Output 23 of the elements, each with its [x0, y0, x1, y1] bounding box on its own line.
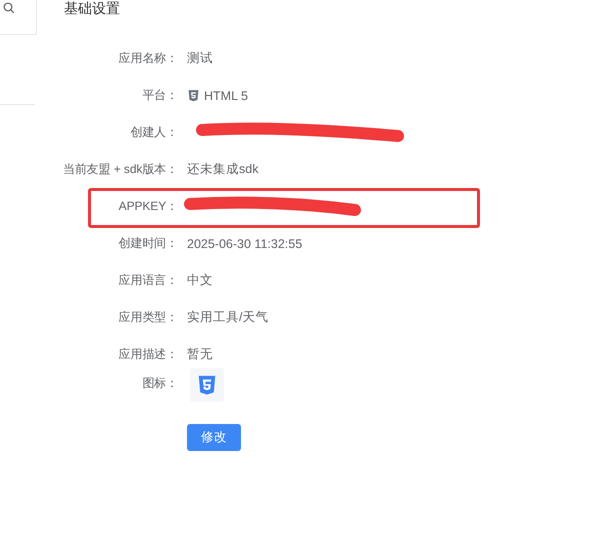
field-value: 还未集成sdk	[187, 161, 258, 178]
field-value: 2025-06-30 11:32:55	[187, 236, 302, 250]
field-value: 实用工具/天气	[187, 309, 268, 326]
field-value: 暂无	[187, 346, 213, 363]
field-label: 平台：	[141, 87, 178, 104]
field-label: 应用名称：	[117, 50, 178, 67]
app-icon	[190, 368, 224, 402]
field-label: 应用语言：	[117, 272, 178, 289]
field-label: 图标：	[141, 375, 178, 392]
field-value: HTML 5	[204, 88, 248, 102]
search-field[interactable]	[0, 0, 37, 35]
search-icon	[3, 2, 15, 14]
field-label: 当前友盟 + sdk版本：	[62, 161, 178, 178]
field-label: 创建人：	[129, 124, 178, 141]
field-label: 创建时间：	[117, 235, 178, 252]
section-title: 基础设置	[64, 1, 121, 18]
field-label: 应用描述：	[117, 346, 178, 363]
edit-button[interactable]: 修改	[187, 424, 241, 451]
field-label: APPKEY：	[118, 198, 178, 215]
field-value: 中文	[187, 272, 213, 289]
html5-icon	[187, 89, 200, 102]
field-value: 测试	[187, 50, 213, 67]
field-label: 应用类型：	[117, 309, 178, 326]
